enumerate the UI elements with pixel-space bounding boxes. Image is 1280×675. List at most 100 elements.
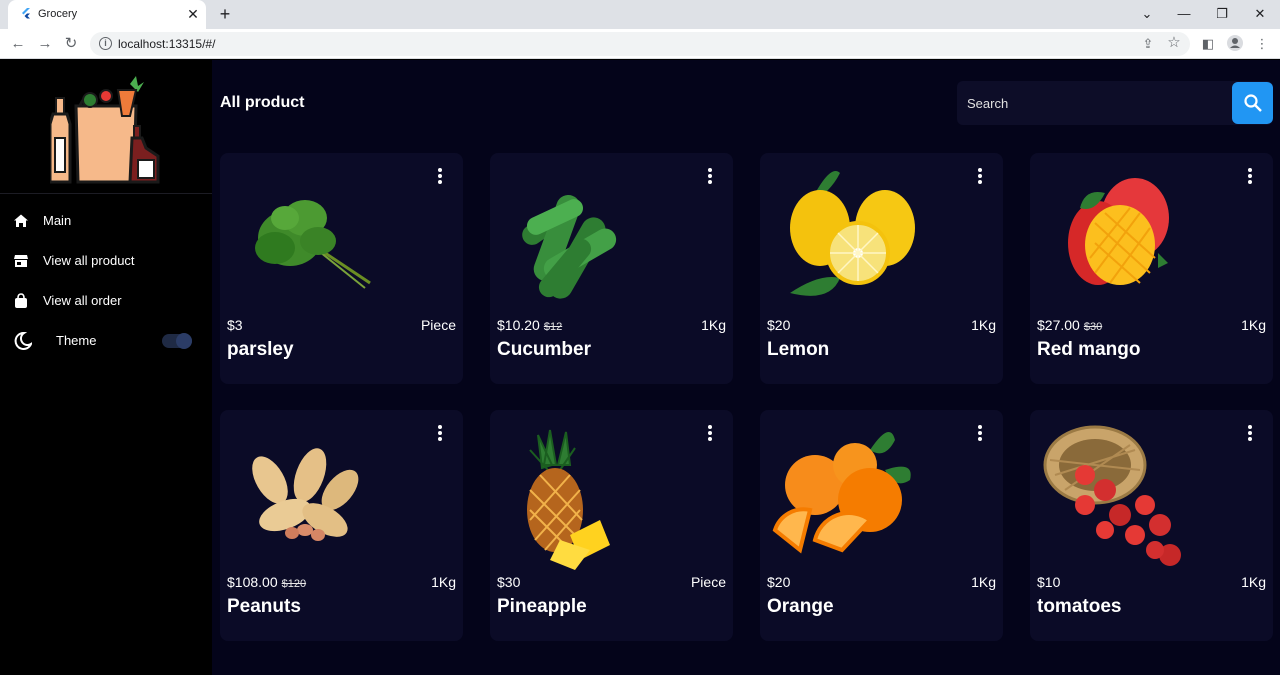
more-options-icon[interactable] [1242,424,1258,442]
toggle-knob [176,333,192,349]
sidebar-item-label: Main [43,213,72,228]
sidebar-item-view-all-product[interactable]: View all product [0,243,212,279]
more-options-icon[interactable] [702,167,718,185]
price-row: $30 [497,574,520,592]
product-card[interactable]: $20 1Kg Lemon [760,153,1003,384]
product-image-lemon [790,171,915,296]
flutter-icon [22,8,30,19]
more-options-icon[interactable] [972,424,988,442]
product-image-tomatoes [1043,425,1181,566]
product-price: $20 [767,574,791,590]
more-options-icon[interactable] [972,167,988,185]
product-old-price: $12 [543,321,563,333]
price-row: $10.20 $12 [497,317,562,335]
product-unit: 1Kg [701,317,726,333]
reload-icon[interactable]: ↻ [62,35,80,53]
sidebar-item-main[interactable]: Main [0,203,212,239]
search-button[interactable] [1232,82,1273,124]
profile-avatar-icon[interactable] [1226,35,1244,53]
more-options-icon[interactable] [702,424,718,442]
product-name: Peanuts [227,596,301,617]
search-box [957,81,1273,125]
product-card[interactable]: $27.00 $30 1Kg Red mango [1030,153,1273,384]
address-bar[interactable]: i localhost:13315/#/ ⇪ ☆ [90,32,1190,56]
product-price: $30 [497,574,521,590]
product-old-price: $120 [281,578,307,590]
product-unit: 1Kg [971,317,996,333]
side-panel-icon[interactable]: ◧ [1199,35,1217,53]
share-icon[interactable]: ⇪ [1140,36,1156,52]
product-unit: 1Kg [1241,317,1266,333]
product-name: Orange [767,596,834,617]
sidebar-item-view-all-order[interactable]: View all order [0,283,212,319]
more-options-icon[interactable] [1242,167,1258,185]
search-icon [1244,94,1262,112]
price-row: $27.00 $30 [1037,317,1102,335]
browser-tab-strip: Grocery ✕ + ⌄ — ❐ ✕ [0,0,1280,29]
restore-icon[interactable]: ❐ [1213,6,1231,22]
product-price: $108.00 [227,574,278,590]
product-card[interactable]: $3 Piece parsley [220,153,463,384]
product-name: Lemon [767,339,830,360]
product-image-parsley [255,200,371,289]
app-root: Main View all product View all order The… [0,60,1280,675]
forward-arrow-icon[interactable]: → [36,35,54,53]
browser-toolbar: ← → ↻ i localhost:13315/#/ ⇪ ☆ ◧ ⋮ [0,29,1280,59]
product-image-mango [1068,178,1169,285]
sidebar-item-theme: Theme [0,323,212,359]
product-name: tomatoes [1037,596,1122,617]
price-row: $20 [767,574,790,592]
more-options-icon[interactable] [432,424,448,442]
back-arrow-icon[interactable]: ← [9,35,27,53]
product-unit: 1Kg [971,574,996,590]
product-image-peanuts [252,448,359,541]
close-tab-icon[interactable]: ✕ [186,7,200,21]
search-input[interactable] [957,81,1232,125]
product-name: parsley [227,339,294,360]
new-tab-icon[interactable]: + [215,4,235,24]
more-options-icon[interactable] [432,167,448,185]
product-image-orange [772,432,911,554]
product-unit: Piece [420,317,456,333]
moon-icon [14,332,32,350]
store-icon [14,255,28,267]
price-row: $3 [227,317,243,335]
page-title: All product [220,94,305,111]
product-price: $27.00 [1037,317,1080,333]
price-row: $108.00 $120 [227,574,306,592]
product-image-pineapple [527,429,610,570]
sidebar-divider [0,193,212,194]
price-row: $20 [767,317,790,335]
product-card[interactable]: $30 Piece Pineapple [490,410,733,641]
product-unit: Piece [690,574,726,590]
product-card[interactable]: $10.20 $12 1Kg Cucumber [490,153,733,384]
product-price: $3 [227,317,243,333]
menu-dots-icon[interactable]: ⋮ [1253,35,1271,53]
grocery-logo [50,76,160,184]
theme-toggle[interactable] [162,333,192,349]
price-row: $10 [1037,574,1060,592]
url-text[interactable]: localhost:13315/#/ [118,37,215,51]
product-unit: 1Kg [1241,574,1266,590]
shopping-bag-icon [15,293,27,308]
product-image-cucumber [522,194,617,299]
sidebar: Main View all product View all order The… [0,60,212,675]
product-old-price: $30 [1083,321,1103,333]
browser-tab[interactable]: Grocery ✕ [8,0,206,29]
product-price: $10.20 [497,317,540,333]
tab-title: Grocery [38,8,78,20]
product-name: Pineapple [497,596,587,617]
tab-search-chevron-icon[interactable]: ⌄ [1138,6,1156,22]
product-unit: 1Kg [431,574,456,590]
product-card[interactable]: $20 1Kg Orange [760,410,1003,641]
home-icon [14,214,28,227]
close-window-icon[interactable]: ✕ [1251,6,1269,22]
bookmark-star-icon[interactable]: ☆ [1166,35,1182,51]
product-card[interactable]: $10 1Kg tomatoes [1030,410,1273,641]
sidebar-item-label: View all product [43,253,135,268]
product-price: $10 [1037,574,1061,590]
product-card[interactable]: $108.00 $120 1Kg Peanuts [220,410,463,641]
info-icon[interactable]: i [99,37,112,50]
theme-label: Theme [56,333,97,348]
minimize-icon[interactable]: — [1175,6,1193,22]
